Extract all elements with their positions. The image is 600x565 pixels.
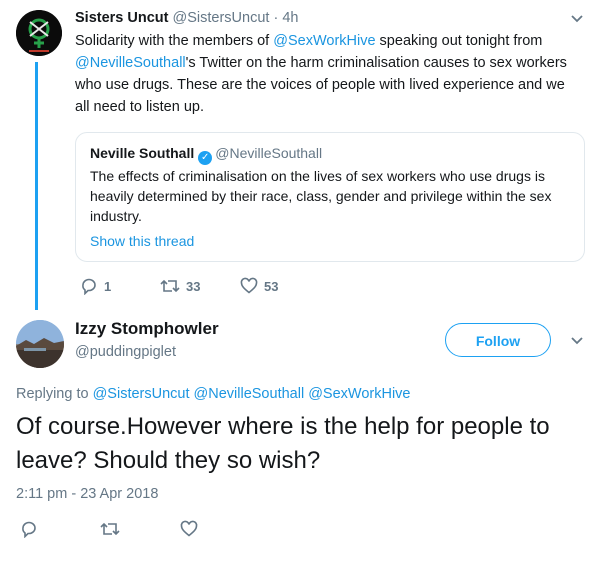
like-button[interactable] bbox=[180, 520, 260, 538]
like-icon bbox=[180, 520, 198, 537]
quote-author-handle: @NevilleSouthall bbox=[215, 145, 323, 161]
reply-count: 1 bbox=[104, 278, 112, 294]
reply-button[interactable] bbox=[20, 520, 100, 538]
quote-author-name: Neville Southall bbox=[90, 145, 195, 161]
quote-header: Neville Southall ✓ @NevilleSouthall bbox=[90, 144, 322, 165]
tweet-actions bbox=[20, 519, 260, 539]
mention-link[interactable]: @SexWorkHive bbox=[308, 386, 410, 402]
retweet-count: 33 bbox=[186, 278, 201, 294]
landscape-photo-icon bbox=[16, 320, 64, 368]
reply-icon bbox=[82, 278, 96, 295]
avatar[interactable] bbox=[16, 10, 62, 56]
tweet-actions: 1 33 53 bbox=[80, 276, 320, 296]
retweet-button[interactable] bbox=[100, 520, 180, 538]
tweet-text: Of course.However where is the help for … bbox=[16, 413, 550, 474]
retweet-icon bbox=[100, 522, 120, 536]
quote-text: The effects of criminalisation on the li… bbox=[90, 168, 552, 224]
like-icon bbox=[240, 277, 258, 294]
verified-icon: ✓ bbox=[198, 151, 213, 165]
author-name[interactable]: Izzy Stomphowler bbox=[75, 319, 219, 339]
mention-link[interactable]: @NevilleSouthall bbox=[75, 55, 186, 71]
sisters-uncut-logo bbox=[16, 10, 62, 56]
replying-to: Replying to @SistersUncut @NevilleSoutha… bbox=[16, 386, 410, 402]
follow-button[interactable]: Follow bbox=[445, 323, 551, 357]
replying-prefix: Replying to bbox=[16, 386, 93, 402]
chevron-down-icon[interactable] bbox=[570, 14, 584, 24]
like-button[interactable]: 53 bbox=[240, 277, 320, 295]
author-handle[interactable]: @puddingpiglet bbox=[75, 344, 176, 360]
tweet-time[interactable]: 4h bbox=[282, 10, 298, 26]
author-name[interactable]: Sisters Uncut bbox=[75, 10, 168, 26]
tweet-text: Solidarity with the members of @SexWorkH… bbox=[75, 30, 575, 118]
show-thread-link[interactable]: Show this thread bbox=[90, 233, 194, 249]
reply-icon bbox=[22, 521, 36, 538]
author-handle[interactable]: @SistersUncut bbox=[173, 10, 270, 26]
tweet-header: Sisters Uncut @SistersUncut · 4h bbox=[75, 9, 298, 27]
separator: · bbox=[269, 10, 283, 26]
reply-button[interactable]: 1 bbox=[80, 277, 160, 295]
text-segment: Solidarity with the members of bbox=[75, 33, 274, 49]
like-count: 53 bbox=[264, 278, 279, 294]
retweet-button[interactable]: 33 bbox=[160, 277, 240, 295]
mention-link[interactable]: @NevilleSouthall bbox=[194, 386, 305, 402]
mention-link[interactable]: @SistersUncut bbox=[93, 386, 190, 402]
quoted-tweet[interactable]: Neville Southall ✓ @NevilleSouthall The ef… bbox=[75, 132, 585, 262]
avatar[interactable] bbox=[16, 320, 64, 368]
text-segment: speaking out tonight from bbox=[375, 33, 543, 49]
mention-link[interactable]: @SexWorkHive bbox=[273, 33, 375, 49]
timestamp[interactable]: 2:11 pm - 23 Apr 2018 bbox=[16, 486, 158, 502]
chevron-down-icon[interactable] bbox=[570, 336, 584, 346]
thread-line bbox=[35, 62, 38, 310]
retweet-icon bbox=[160, 279, 180, 293]
